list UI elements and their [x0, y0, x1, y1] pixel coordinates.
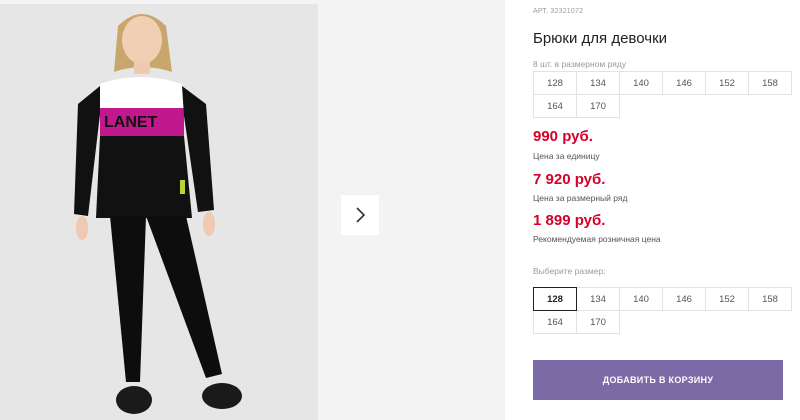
- pack-size-cell: 170: [576, 94, 620, 118]
- unit-price-label: Цена за единицу: [533, 151, 600, 161]
- pack-size-grid: 128 134 140 146 152 158 164 170: [533, 71, 792, 118]
- pack-size-cell: 152: [705, 71, 749, 95]
- unit-price: 990 руб.: [533, 128, 593, 145]
- size-option[interactable]: 140: [619, 287, 663, 311]
- size-option[interactable]: 164: [533, 310, 577, 334]
- size-option[interactable]: 158: [748, 287, 792, 311]
- pack-size-cell: 128: [533, 71, 577, 95]
- product-photo: LANET: [0, 4, 318, 420]
- add-to-cart-button[interactable]: ДОБАВИТЬ В КОРЗИНУ: [533, 360, 783, 400]
- product-sku: АРТ. 32321072: [533, 8, 584, 15]
- pack-size-cell: 146: [662, 71, 706, 95]
- size-select-label: Выберите размер:: [533, 266, 606, 276]
- product-photo-image: LANET: [0, 4, 318, 420]
- size-option[interactable]: 170: [576, 310, 620, 334]
- retail-price: 1 899 руб.: [533, 212, 606, 229]
- product-info-panel: АРТ. 32321072 Брюки для девочки 8 шт. в …: [533, 0, 800, 420]
- pack-note: 8 шт. в размерном ряду: [533, 59, 627, 69]
- pack-size-cell: 140: [619, 71, 663, 95]
- size-option[interactable]: 152: [705, 287, 749, 311]
- retail-price-label: Рекомендуемая розничная цена: [533, 234, 661, 244]
- gallery-next-button[interactable]: [341, 195, 379, 235]
- pack-price-label: Цена за размерный ряд: [533, 193, 628, 203]
- size-option[interactable]: 146: [662, 287, 706, 311]
- product-gallery: LANET: [0, 0, 505, 420]
- pack-size-cell: 164: [533, 94, 577, 118]
- product-title: Брюки для девочки: [533, 30, 668, 47]
- pack-price: 7 920 руб.: [533, 171, 606, 188]
- chevron-right-icon: [356, 207, 366, 223]
- shirt-print-text: LANET: [104, 114, 158, 131]
- size-option[interactable]: 134: [576, 287, 620, 311]
- size-selector: 128 134 140 146 152 158 164 170: [533, 287, 792, 334]
- pack-size-cell: 134: [576, 71, 620, 95]
- pack-size-cell: 158: [748, 71, 792, 95]
- size-option-selected[interactable]: 128: [533, 287, 577, 311]
